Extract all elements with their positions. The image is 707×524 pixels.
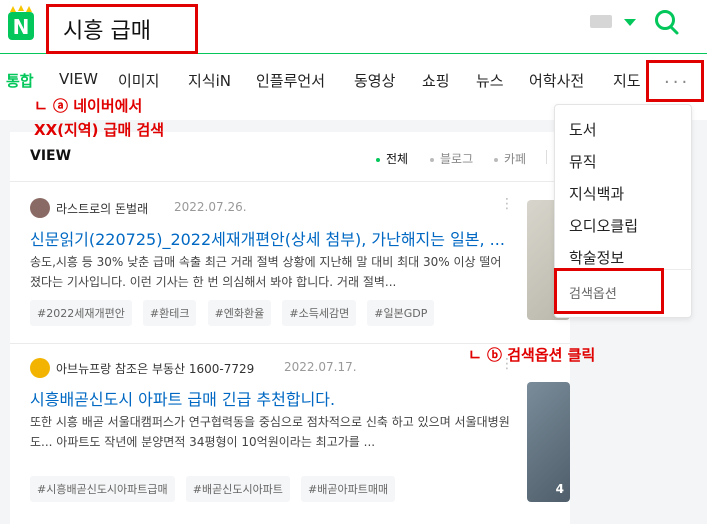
search-options-label: 검색옵션 bbox=[569, 287, 617, 302]
tag[interactable]: #2022세재개편안 bbox=[30, 300, 132, 326]
tag[interactable]: #배곧신도시아파트 bbox=[185, 476, 290, 502]
tab-news[interactable]: 뉴스 bbox=[476, 70, 504, 91]
tab-kin[interactable]: 지식iN bbox=[188, 70, 231, 91]
tab-dictionary[interactable]: 어학사전 bbox=[529, 70, 584, 91]
view-title: VIEW bbox=[30, 148, 72, 164]
filter-blog[interactable]: 블로그 bbox=[430, 150, 473, 167]
dot-icon bbox=[430, 157, 434, 162]
tag[interactable]: #배곧아파트매매 bbox=[301, 476, 396, 502]
naver-logo-icon[interactable]: N bbox=[4, 4, 38, 42]
dot-icon bbox=[494, 157, 498, 162]
dot-icon bbox=[376, 157, 380, 162]
post-description[interactable]: 송도,시흥 등 30% 낮춘 급매 속출 최근 거래 절벽 상황에 지난해 말 … bbox=[30, 252, 510, 292]
annotation-a: ㄴ ⓐ 네이버에서 XX(지역) 급매 검색 bbox=[34, 94, 164, 142]
post-tags: #2022세재개편안 #환테크 #엔화환율 #소득세감면 #일본GDP bbox=[30, 300, 440, 326]
search-input[interactable] bbox=[63, 9, 193, 49]
menu-item-encyclopedia[interactable]: 지식백과 bbox=[569, 183, 624, 204]
annotation-a-line2: XX(지역) 급매 검색 bbox=[34, 121, 165, 139]
post-author[interactable]: 아브뉴프랑 참조은 부동산 1600-7729 bbox=[56, 360, 254, 377]
image-count: 4 bbox=[555, 482, 564, 496]
menu-item-books[interactable]: 도서 bbox=[569, 119, 597, 140]
view-section: VIEW 전체 블로그 카페 라스트로의 돈벌래 2022.07.26. ⋮ 신… bbox=[10, 132, 570, 524]
keyboard-icon[interactable] bbox=[590, 15, 612, 28]
post-author[interactable]: 라스트로의 돈벌래 bbox=[56, 200, 148, 217]
filter-all[interactable]: 전체 bbox=[376, 150, 408, 167]
filter-cafe[interactable]: 카페 bbox=[494, 150, 526, 167]
tab-all[interactable]: 통합 bbox=[6, 70, 34, 91]
search-box-highlight bbox=[46, 4, 198, 54]
more-dots-icon: ··· bbox=[664, 72, 691, 93]
logo-letter: N bbox=[13, 15, 30, 39]
tab-shopping[interactable]: 쇼핑 bbox=[422, 70, 450, 91]
post-thumbnail[interactable]: 4 bbox=[527, 382, 570, 502]
avatar[interactable] bbox=[30, 358, 50, 378]
menu-item-audioclip[interactable]: 오디오클립 bbox=[569, 215, 638, 236]
tab-video[interactable]: 동영상 bbox=[354, 70, 395, 91]
post-description[interactable]: 또한 시흥 배곧 서울대캠퍼스가 연구협력동을 중심으로 점차적으로 신축 하고… bbox=[30, 412, 510, 452]
search-options-button[interactable]: 검색옵션 bbox=[554, 268, 664, 314]
tab-map[interactable]: 지도 bbox=[613, 70, 641, 91]
header: N bbox=[0, 0, 707, 54]
tag[interactable]: #엔화환율 bbox=[207, 300, 272, 326]
tag[interactable]: #환테크 bbox=[142, 300, 197, 326]
tag[interactable]: #시흥배곧신도시아파트급매 bbox=[30, 476, 175, 502]
tag[interactable]: #소득세감면 bbox=[282, 300, 357, 326]
avatar[interactable] bbox=[30, 198, 50, 218]
filter-divider bbox=[546, 150, 547, 164]
annotation-a-line1: ㄴ ⓐ 네이버에서 bbox=[34, 97, 143, 115]
post-date: 2022.07.26. bbox=[174, 200, 247, 214]
post-date: 2022.07.17. bbox=[284, 360, 357, 374]
tag[interactable]: #일본GDP bbox=[367, 300, 435, 326]
search-icon[interactable] bbox=[654, 8, 680, 36]
menu-item-music[interactable]: 뮤직 bbox=[569, 151, 597, 172]
post-title[interactable]: 시흥배곧신도시 아파트 급매 긴급 추천합니다. bbox=[30, 386, 510, 410]
tab-influencer[interactable]: 인플루언서 bbox=[256, 70, 325, 91]
post-title[interactable]: 신문읽기(220725)_2022세재개편안(상세 첨부), 가난해지는 일본,… bbox=[30, 226, 510, 250]
list-item: 아브뉴프랑 참조은 부동산 1600-7729 2022.07.17. ⋮ 시흥… bbox=[10, 352, 570, 524]
list-item: 라스트로의 돈벌래 2022.07.26. ⋮ 신문읽기(220725)_202… bbox=[10, 192, 570, 344]
more-options-icon[interactable]: ⋮ bbox=[500, 196, 514, 212]
more-tabs-button[interactable]: ··· bbox=[646, 60, 704, 102]
menu-item-academic[interactable]: 학술정보 bbox=[569, 247, 624, 268]
tab-image[interactable]: 이미지 bbox=[118, 70, 159, 91]
post-tags: #시흥배곧신도시아파트급매 #배곧신도시아파트 #배곧아파트매매 bbox=[30, 476, 401, 502]
annotation-b: ㄴ ⓑ 검색옵션 클릭 bbox=[468, 346, 596, 364]
tab-view[interactable]: VIEW bbox=[59, 70, 98, 88]
chevron-down-icon[interactable] bbox=[624, 19, 636, 26]
